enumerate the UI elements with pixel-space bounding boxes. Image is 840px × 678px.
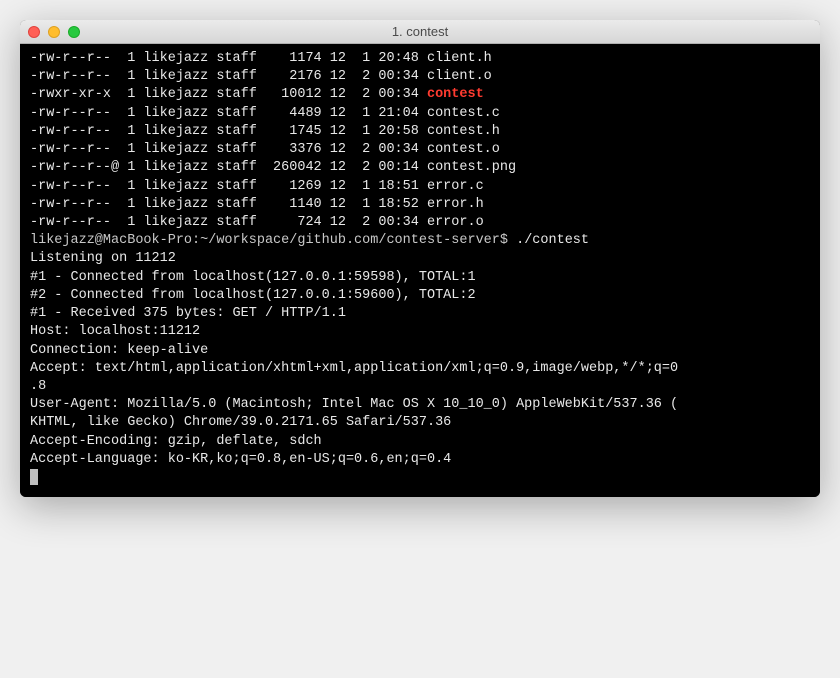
ls-row: -rw-r--r-- 1 likejazz staff 1140 12 1 18… (30, 196, 810, 214)
terminal-window: 1. contest -rw-r--r-- 1 likejazz staff 1… (20, 20, 820, 497)
output-line: Accept-Encoding: gzip, deflate, sdch (30, 433, 810, 451)
cursor-line (30, 469, 810, 487)
window-title: 1. contest (20, 24, 820, 39)
ls-row: -rw-r--r-- 1 likejazz staff 2176 12 2 00… (30, 68, 810, 86)
ls-row: -rw-r--r-- 1 likejazz staff 1174 12 1 20… (30, 50, 810, 68)
minimize-icon[interactable] (48, 26, 60, 38)
ls-row: -rw-r--r-- 1 likejazz staff 724 12 2 00:… (30, 214, 810, 232)
output-line: #1 - Connected from localhost(127.0.0.1:… (30, 269, 810, 287)
output-line: Accept-Language: ko-KR,ko;q=0.8,en-US;q=… (30, 451, 810, 469)
output-line: #2 - Connected from localhost(127.0.0.1:… (30, 287, 810, 305)
traffic-lights (28, 26, 80, 38)
output-line: Accept: text/html,application/xhtml+xml,… (30, 360, 810, 378)
cursor-icon (30, 469, 38, 485)
output-line: KHTML, like Gecko) Chrome/39.0.2171.65 S… (30, 414, 810, 432)
titlebar: 1. contest (20, 20, 820, 44)
output-line: Listening on 11212 (30, 250, 810, 268)
output-line: User-Agent: Mozilla/5.0 (Macintosh; Inte… (30, 396, 810, 414)
ls-row: -rw-r--r-- 1 likejazz staff 3376 12 2 00… (30, 141, 810, 159)
output-line: Host: localhost:11212 (30, 323, 810, 341)
output-line: Connection: keep-alive (30, 342, 810, 360)
prompt-line: likejazz@MacBook-Pro:~/workspace/github.… (30, 232, 810, 250)
terminal-content[interactable]: -rw-r--r-- 1 likejazz staff 1174 12 1 20… (20, 44, 820, 497)
output-line: #1 - Received 375 bytes: GET / HTTP/1.1 (30, 305, 810, 323)
zoom-icon[interactable] (68, 26, 80, 38)
ls-row: -rwxr-xr-x 1 likejazz staff 10012 12 2 0… (30, 86, 810, 104)
ls-row: -rw-r--r-- 1 likejazz staff 1269 12 1 18… (30, 178, 810, 196)
output-line: .8 (30, 378, 810, 396)
close-icon[interactable] (28, 26, 40, 38)
ls-row: -rw-r--r-- 1 likejazz staff 1745 12 1 20… (30, 123, 810, 141)
ls-row: -rw-r--r--@ 1 likejazz staff 260042 12 2… (30, 159, 810, 177)
ls-row: -rw-r--r-- 1 likejazz staff 4489 12 1 21… (30, 105, 810, 123)
